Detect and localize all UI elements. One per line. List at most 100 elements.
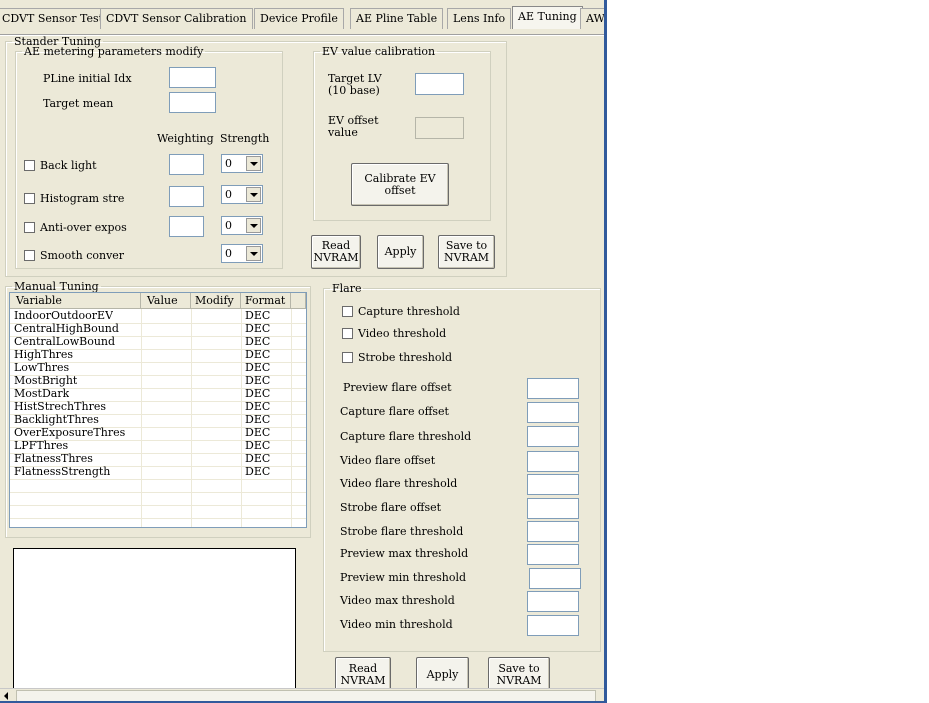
- variable-cell: BacklightThres: [14, 414, 99, 426]
- format-cell: DEC: [245, 414, 271, 426]
- manual-tuning-table[interactable]: Variable Value Modify Format IndoorOutdo…: [9, 292, 307, 528]
- capture-flare-threshold-label: Capture flare threshold: [340, 430, 472, 443]
- table-row[interactable]: MostBright DEC: [10, 375, 306, 389]
- histogram-stretch-strength-select[interactable]: 0: [221, 185, 263, 204]
- table-row[interactable]: LPFThres DEC: [10, 440, 306, 454]
- tab-bar: CDVT Sensor Test CDVT Sensor Calibration…: [0, 6, 607, 36]
- smooth-converge-label: Smooth conver: [40, 249, 125, 262]
- table-row[interactable]: HighThres DEC: [10, 349, 306, 363]
- anti-over-exposure-strength-value: 0: [225, 219, 232, 232]
- table-row[interactable]: MostDark DEC: [10, 388, 306, 402]
- variable-cell: MostBright: [14, 375, 78, 387]
- video-threshold-checkbox[interactable]: [342, 328, 353, 339]
- target-mean-label: Target mean: [43, 97, 114, 110]
- tab-ae-pline-table[interactable]: AE Pline Table: [350, 8, 444, 29]
- histogram-stretch-strength-value: 0: [225, 188, 232, 201]
- anti-over-exposure-weighting-input[interactable]: [169, 216, 204, 237]
- strobe-threshold-checkbox[interactable]: [342, 352, 353, 363]
- target-mean-input[interactable]: [169, 92, 216, 113]
- capture-flare-threshold-input[interactable]: [527, 426, 579, 447]
- column-header-format[interactable]: Format: [241, 293, 291, 309]
- table-row-empty[interactable]: [10, 505, 306, 519]
- target-lv-input[interactable]: [415, 73, 464, 95]
- strobe-flare-threshold-label: Strobe flare threshold: [340, 525, 464, 538]
- table-row[interactable]: CentralLowBound DEC: [10, 336, 306, 350]
- chevron-down-icon[interactable]: [246, 187, 261, 202]
- format-cell: DEC: [245, 401, 271, 413]
- table-row-empty[interactable]: [10, 479, 306, 493]
- calibrate-ev-offset-button[interactable]: Calibrate EV offset: [351, 163, 449, 206]
- anti-over-exposure-checkbox[interactable]: [24, 222, 35, 233]
- variable-cell: OverExposureThres: [14, 427, 126, 439]
- weighting-header: Weighting: [157, 132, 214, 145]
- video-flare-offset-input[interactable]: [527, 451, 579, 472]
- video-max-threshold-input[interactable]: [527, 591, 579, 612]
- video-flare-threshold-input[interactable]: [527, 474, 579, 495]
- format-cell: DEC: [245, 427, 271, 439]
- variable-cell: CentralLowBound: [14, 336, 116, 348]
- format-cell: DEC: [245, 388, 271, 400]
- table-row-empty[interactable]: [10, 492, 306, 506]
- ae-tuning-window: CDVT Sensor Test CDVT Sensor Calibration…: [0, 0, 607, 703]
- variable-cell: IndoorOutdoorEV: [14, 310, 114, 322]
- stander-read-nvram-button[interactable]: Read NVRAM: [311, 235, 361, 269]
- video-flare-offset-label: Video flare offset: [340, 454, 436, 467]
- table-row[interactable]: FlatnessThres DEC: [10, 453, 306, 467]
- format-cell: DEC: [245, 362, 271, 374]
- column-header-modify[interactable]: Modify: [191, 293, 241, 309]
- pline-initial-idx-input[interactable]: [169, 67, 216, 88]
- preview-min-threshold-input[interactable]: [529, 568, 581, 589]
- video-threshold-label: Video threshold: [358, 327, 447, 340]
- histogram-stretch-checkbox[interactable]: [24, 193, 35, 204]
- tab-awb[interactable]: AWB: [580, 8, 607, 29]
- table-row[interactable]: CentralHighBound DEC: [10, 323, 306, 337]
- ev-calibration-title: EV value calibration: [322, 45, 436, 58]
- format-cell: DEC: [245, 466, 271, 478]
- video-min-threshold-input[interactable]: [527, 615, 579, 636]
- column-header-value[interactable]: Value: [141, 293, 191, 309]
- back-light-weighting-input[interactable]: [169, 154, 204, 175]
- anti-over-exposure-strength-select[interactable]: 0: [221, 216, 263, 235]
- capture-flare-offset-label: Capture flare offset: [340, 405, 449, 418]
- table-row[interactable]: OverExposureThres DEC: [10, 427, 306, 441]
- table-row[interactable]: HistStrechThres DEC: [10, 401, 306, 415]
- format-cell: DEC: [245, 440, 271, 452]
- column-header-variable[interactable]: Variable: [10, 293, 141, 309]
- chevron-down-icon[interactable]: [246, 156, 261, 171]
- chevron-down-icon[interactable]: [246, 246, 261, 261]
- strobe-flare-threshold-input[interactable]: [527, 521, 579, 542]
- column-header-filler: [291, 293, 306, 309]
- target-lv-label: Target LV (10 base): [328, 72, 382, 97]
- preview-max-threshold-input[interactable]: [527, 544, 579, 565]
- table-row[interactable]: IndoorOutdoorEV DEC: [10, 310, 306, 324]
- tab-cdvt-sensor-test[interactable]: CDVT Sensor Test: [0, 8, 110, 29]
- variable-cell: FlatnessThres: [14, 453, 93, 465]
- tab-cdvt-sensor-calibration[interactable]: CDVT Sensor Calibration: [100, 8, 253, 29]
- capture-threshold-checkbox[interactable]: [342, 306, 353, 317]
- variable-cell: MostDark: [14, 388, 70, 400]
- stander-save-nvram-button[interactable]: Save to NVRAM: [438, 235, 495, 269]
- smooth-converge-strength-select[interactable]: 0: [221, 244, 263, 263]
- back-light-strength-select[interactable]: 0: [221, 154, 263, 173]
- window-edge-right: [604, 0, 607, 703]
- variable-cell: HistStrechThres: [14, 401, 106, 413]
- table-row[interactable]: LowThres DEC: [10, 362, 306, 376]
- back-light-checkbox[interactable]: [24, 160, 35, 171]
- variable-cell: LowThres: [14, 362, 70, 374]
- table-row[interactable]: FlatnessStrength DEC: [10, 466, 306, 480]
- chevron-down-icon[interactable]: [246, 218, 261, 233]
- strobe-flare-offset-input[interactable]: [527, 498, 579, 519]
- back-light-strength-value: 0: [225, 157, 232, 170]
- variable-cell: CentralHighBound: [14, 323, 119, 335]
- format-cell: DEC: [245, 323, 271, 335]
- preview-flare-offset-input[interactable]: [527, 378, 579, 399]
- table-row[interactable]: BacklightThres DEC: [10, 414, 306, 428]
- capture-flare-offset-input[interactable]: [527, 402, 579, 423]
- stander-apply-button[interactable]: Apply: [377, 235, 424, 269]
- histogram-stretch-weighting-input[interactable]: [169, 186, 204, 207]
- tab-device-profile[interactable]: Device Profile: [254, 8, 344, 29]
- video-flare-threshold-label: Video flare threshold: [340, 477, 458, 490]
- smooth-converge-checkbox[interactable]: [24, 250, 35, 261]
- tab-lens-info[interactable]: Lens Info: [447, 8, 512, 29]
- tab-ae-tuning[interactable]: AE Tuning: [512, 6, 583, 29]
